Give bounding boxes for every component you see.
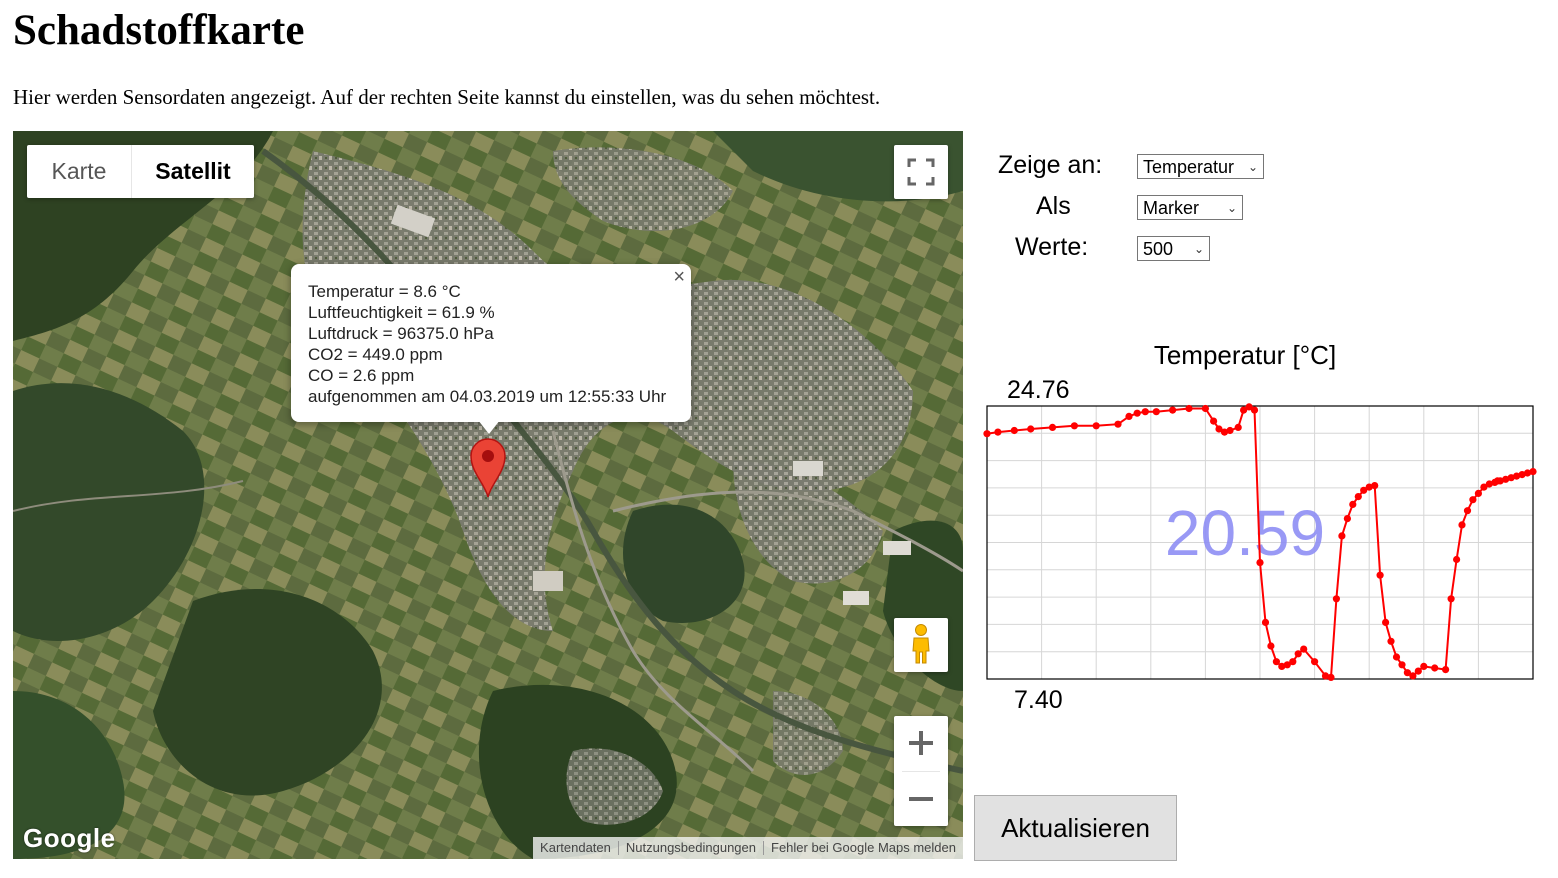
fullscreen-icon [907, 158, 935, 186]
map-data-link[interactable]: Kartendaten [533, 841, 618, 855]
data-point [1371, 482, 1379, 490]
info-co2: CO2 = 449.0 ppm [308, 345, 443, 364]
data-point [983, 430, 991, 438]
map-type-control: Karte Satellit [27, 145, 254, 198]
chart-plot: 20.59 [983, 403, 1537, 681]
info-window-tail [478, 420, 500, 434]
report-error-link[interactable]: Fehler bei Google Maps melden [763, 841, 963, 855]
map-attribution: Kartendaten Nutzungsbedingungen Fehler b… [533, 837, 963, 859]
data-point [1409, 672, 1417, 680]
page-title: Schadstoffkarte [13, 7, 305, 54]
as-label: Als [1036, 192, 1071, 220]
show-select[interactable]: Temperatur ⌄ [1137, 154, 1264, 179]
data-point [1141, 408, 1149, 416]
data-point [1349, 500, 1357, 508]
data-point [1382, 618, 1390, 626]
map-marker-icon[interactable] [469, 436, 507, 498]
data-point [1210, 417, 1218, 425]
data-point [1201, 404, 1209, 413]
data-point [1152, 408, 1160, 416]
data-point [1332, 595, 1340, 603]
data-point [1070, 422, 1078, 430]
data-point [1272, 658, 1280, 666]
data-point [1294, 650, 1302, 658]
data-point [1376, 571, 1384, 579]
data-point [1300, 645, 1308, 653]
as-select[interactable]: Marker ⌄ [1137, 195, 1243, 220]
data-point [1529, 468, 1537, 476]
data-point [1125, 412, 1133, 420]
data-point [1414, 667, 1422, 675]
data-point [1289, 658, 1297, 666]
fullscreen-button[interactable] [894, 145, 948, 199]
intro-text: Hier werden Sensordaten angezeigt. Auf d… [13, 85, 881, 109]
terms-link[interactable]: Nutzungsbedingungen [617, 841, 763, 855]
temperature-chart: Temperatur [°C] 24.76 7.40 20.59 [980, 335, 1540, 715]
data-point [994, 428, 1002, 436]
data-point [1354, 493, 1362, 501]
close-icon[interactable]: × [673, 266, 685, 289]
data-point [1442, 666, 1450, 674]
as-select-value: Marker [1143, 198, 1200, 218]
data-point [1226, 426, 1234, 435]
map[interactable]: Karte Satellit Temperatur = 8.6 °C Luftf… [13, 131, 963, 859]
data-point [1133, 409, 1141, 417]
map-type-satellite-button[interactable]: Satellit [132, 145, 254, 198]
data-point [1474, 489, 1482, 497]
info-window: Temperatur = 8.6 °C Luftfeuchtigkeit = 6… [291, 264, 691, 434]
data-point [1234, 423, 1242, 431]
data-point [1398, 661, 1406, 669]
data-point [1447, 595, 1455, 603]
data-point [1311, 658, 1319, 666]
data-point [1185, 404, 1193, 413]
chevron-down-icon: ⌄ [1193, 242, 1204, 256]
data-point [1267, 642, 1275, 650]
chart-overlay-value: 20.59 [1165, 497, 1325, 569]
info-temperature: Temperatur = 8.6 °C [308, 282, 461, 301]
show-select-value: Temperatur [1143, 157, 1235, 177]
info-pressure: Luftdruck = 96375.0 hPa [308, 324, 494, 343]
data-point [1027, 425, 1035, 433]
data-point [1250, 406, 1259, 414]
plus-icon [909, 731, 933, 755]
data-point [1048, 423, 1057, 431]
info-humidity: Luftfeuchtigkeit = 61.9 % [308, 303, 495, 322]
data-point [1431, 664, 1439, 672]
info-co: CO = 2.6 ppm [308, 366, 415, 385]
chevron-down-icon: ⌄ [1226, 201, 1237, 215]
data-point [1092, 422, 1100, 430]
data-point [1469, 496, 1477, 504]
refresh-button[interactable]: Aktualisieren [974, 795, 1177, 861]
data-point [1169, 406, 1177, 414]
data-point [1453, 555, 1461, 564]
data-point [1327, 673, 1335, 681]
minus-icon [909, 797, 933, 801]
info-window-content: Temperatur = 8.6 °C Luftfeuchtigkeit = 6… [308, 281, 666, 407]
data-point [1343, 515, 1351, 523]
data-point [1010, 426, 1018, 435]
show-label: Zeige an: [998, 151, 1103, 179]
chevron-down-icon: ⌄ [1247, 160, 1258, 174]
pegman-icon [912, 624, 930, 664]
values-select[interactable]: 500 ⌄ [1137, 236, 1210, 261]
zoom-out-button[interactable] [894, 772, 948, 826]
data-point [1458, 521, 1466, 529]
data-point [1463, 507, 1472, 515]
google-logo: Google [23, 823, 116, 853]
data-point [1387, 637, 1395, 645]
zoom-control [894, 716, 948, 826]
map-type-karte-button[interactable]: Karte [27, 145, 132, 198]
data-point [1261, 618, 1270, 626]
values-label: Werte: [1015, 233, 1089, 261]
data-point [1420, 662, 1428, 670]
data-point [1392, 653, 1401, 661]
data-point [1114, 420, 1122, 428]
data-point [1256, 559, 1264, 567]
street-view-pegman-button[interactable] [894, 618, 948, 672]
data-point [1338, 532, 1346, 540]
zoom-in-button[interactable] [894, 716, 948, 770]
info-timestamp: aufgenommen am 04.03.2019 um 12:55:33 Uh… [308, 387, 667, 406]
values-select-value: 500 [1143, 239, 1174, 259]
